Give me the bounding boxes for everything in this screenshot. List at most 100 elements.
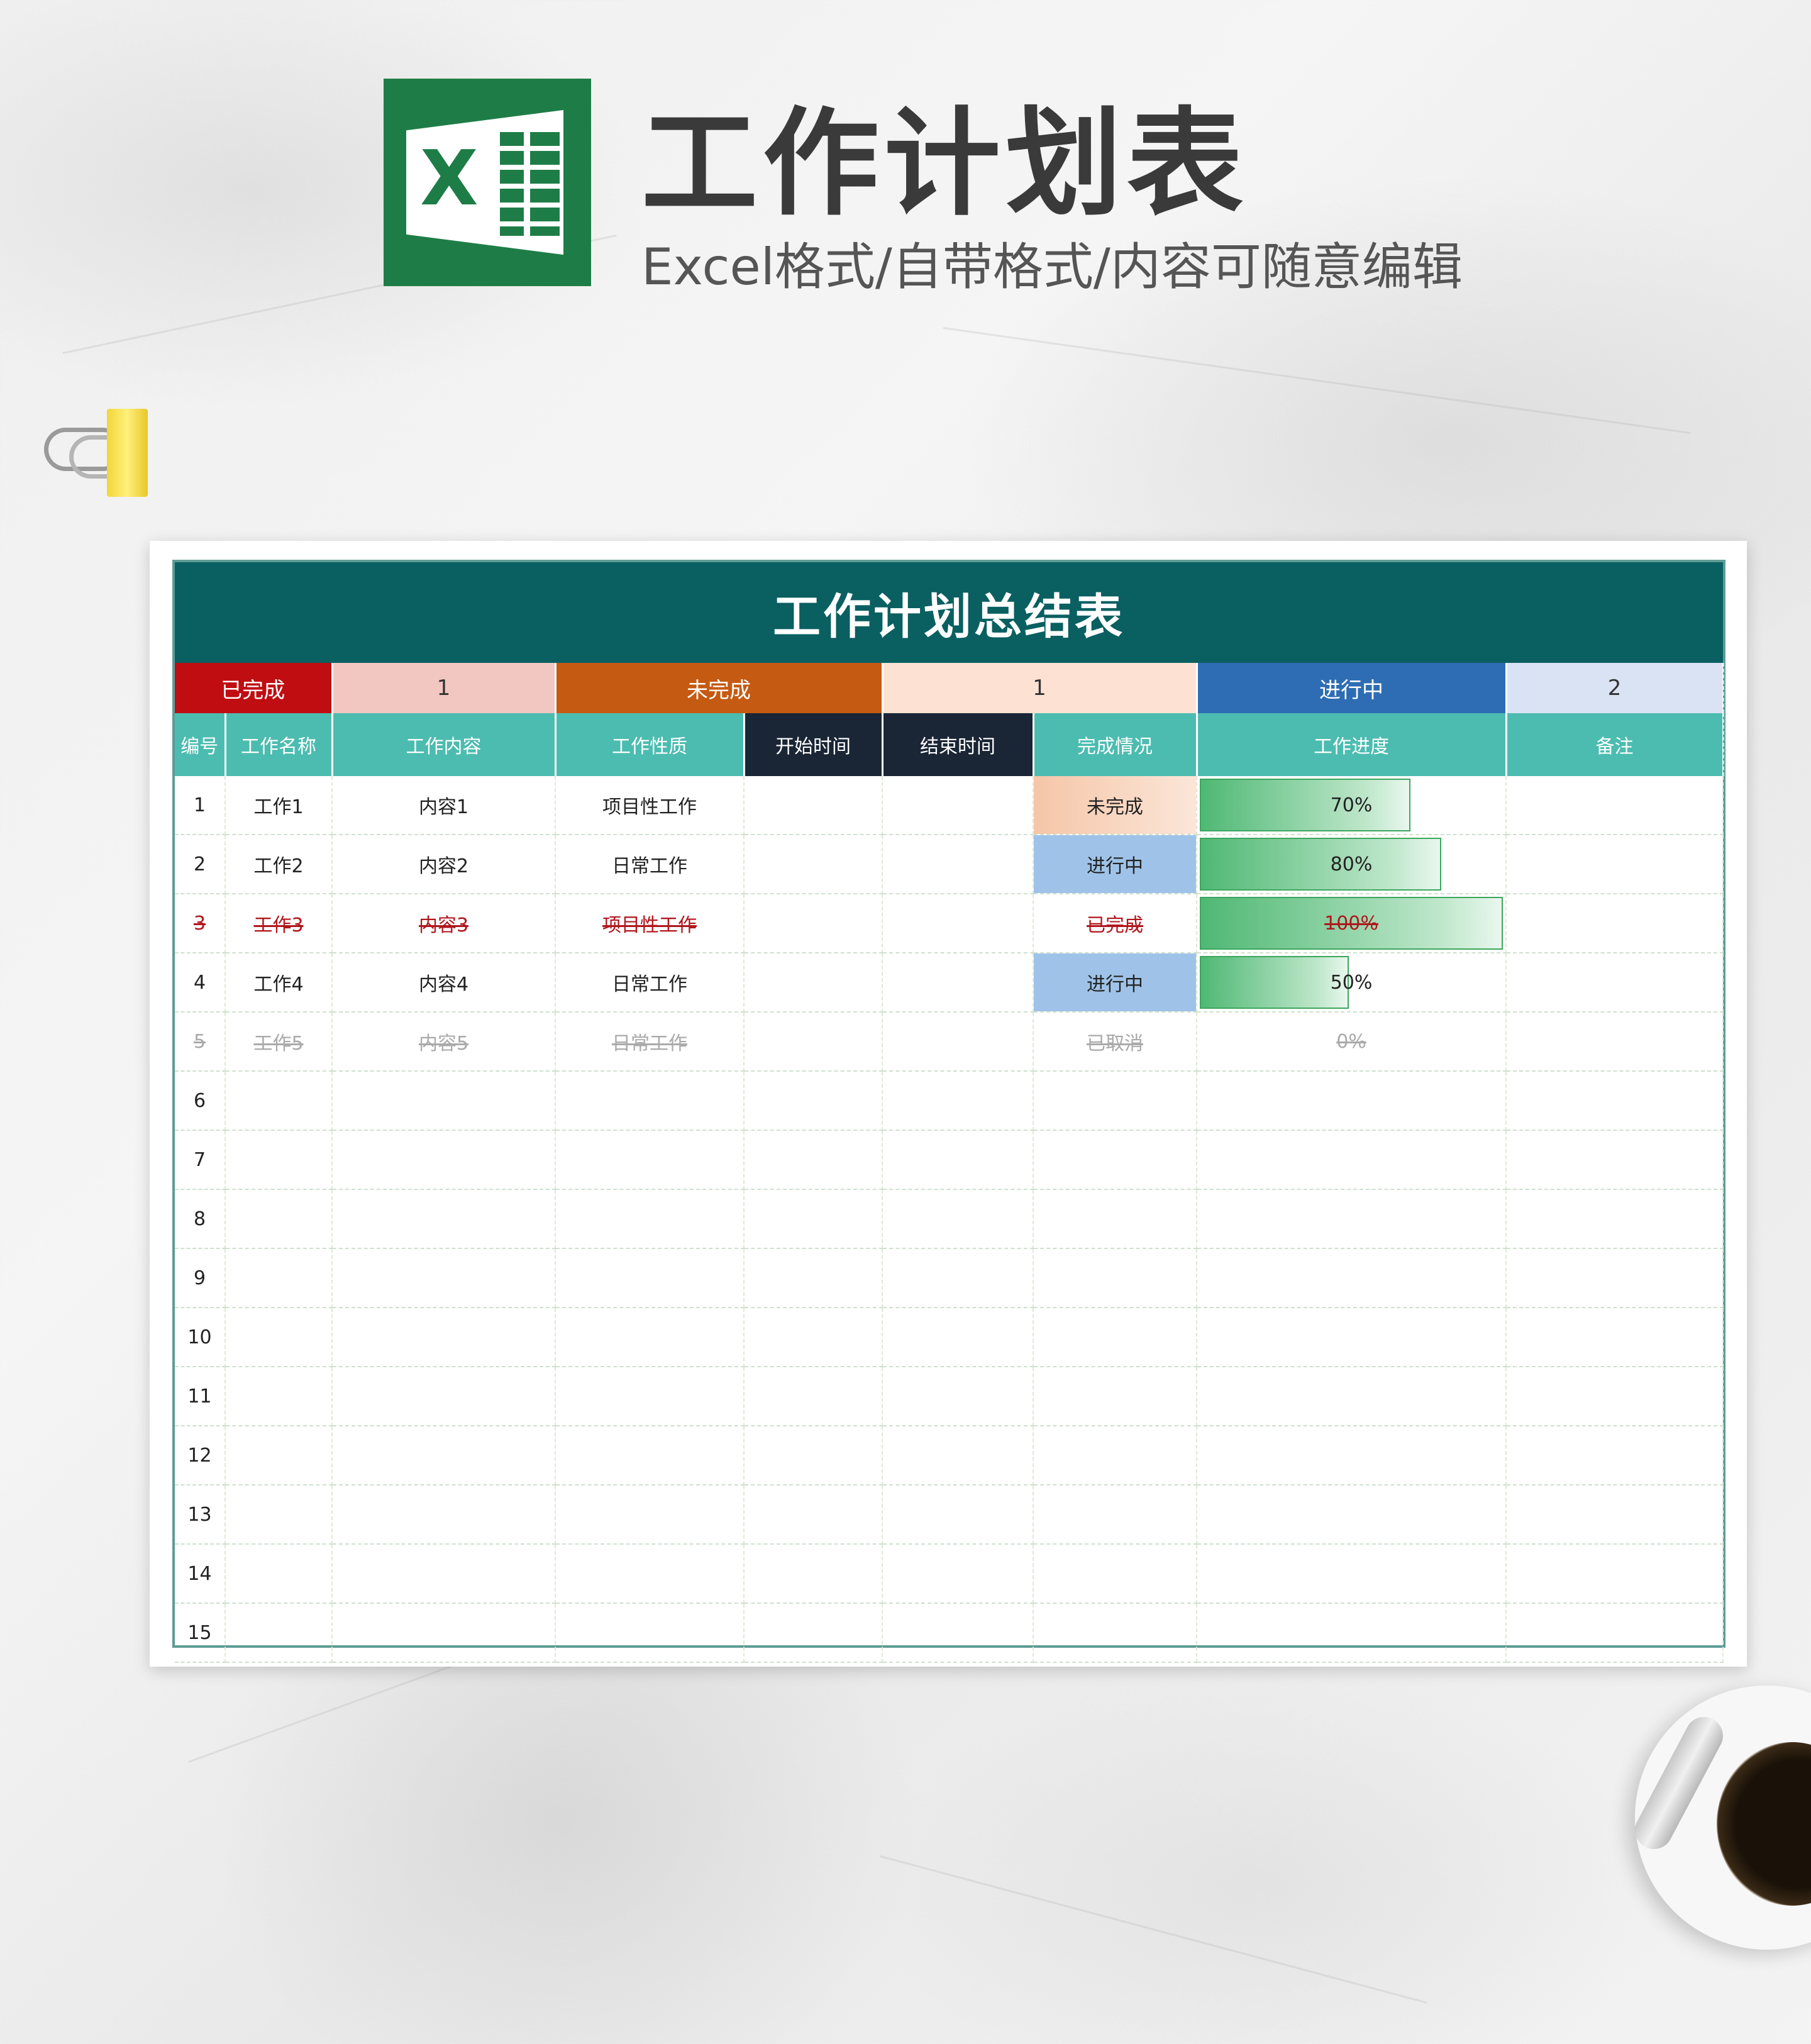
cell-status[interactable]	[1033, 1130, 1197, 1190]
cell-content[interactable]	[332, 1248, 556, 1308]
cell-name[interactable]	[225, 1426, 333, 1486]
cell-start[interactable]	[744, 894, 883, 953]
cell-start[interactable]	[744, 1012, 883, 1072]
cell-nature[interactable]	[555, 1544, 745, 1604]
cell-status[interactable]	[1033, 1544, 1197, 1604]
cell-name[interactable]	[225, 1189, 333, 1249]
cell-nature[interactable]: 日常工作	[555, 835, 745, 894]
cell-progress[interactable]: 0%	[1197, 1012, 1507, 1072]
cell-no[interactable]: 3	[175, 894, 226, 953]
cell-content[interactable]	[332, 1130, 556, 1190]
summary-ongoing-count[interactable]: 2	[1506, 663, 1724, 713]
cell-status[interactable]: 进行中	[1033, 953, 1197, 1013]
cell-status[interactable]	[1033, 1603, 1197, 1663]
cell-note[interactable]	[1506, 894, 1724, 953]
cell-progress[interactable]	[1197, 1544, 1507, 1604]
cell-name[interactable]	[225, 1485, 333, 1545]
cell-end[interactable]	[882, 1367, 1034, 1426]
summary-undone-count[interactable]: 1	[882, 663, 1198, 713]
col-header-start[interactable]: 开始时间	[744, 713, 883, 776]
cell-progress[interactable]	[1197, 1130, 1507, 1190]
col-header-nature[interactable]: 工作性质	[555, 713, 745, 776]
cell-status[interactable]	[1033, 1071, 1197, 1131]
cell-note[interactable]	[1506, 1544, 1724, 1604]
cell-end[interactable]	[882, 1485, 1034, 1545]
cell-status[interactable]	[1033, 1367, 1197, 1426]
summary-done-label[interactable]: 已完成	[175, 663, 333, 713]
cell-note[interactable]	[1506, 1426, 1724, 1486]
cell-progress[interactable]: 80%	[1197, 835, 1507, 894]
cell-name[interactable]: 工作4	[225, 953, 333, 1013]
cell-no[interactable]: 8	[175, 1189, 226, 1249]
cell-end[interactable]	[882, 1308, 1034, 1367]
cell-content[interactable]	[332, 1367, 556, 1426]
cell-progress[interactable]: 50%	[1197, 953, 1507, 1013]
cell-status[interactable]: 进行中	[1033, 835, 1197, 894]
cell-end[interactable]	[882, 1248, 1034, 1308]
cell-note[interactable]	[1506, 1367, 1724, 1426]
cell-status[interactable]	[1033, 1189, 1197, 1249]
cell-progress[interactable]	[1197, 1485, 1507, 1545]
cell-name[interactable]	[225, 1544, 333, 1604]
cell-no[interactable]: 11	[175, 1367, 226, 1426]
cell-nature[interactable]	[555, 1426, 745, 1486]
cell-end[interactable]	[882, 1130, 1034, 1190]
cell-end[interactable]	[882, 1426, 1034, 1486]
cell-progress[interactable]	[1197, 1367, 1507, 1426]
cell-progress[interactable]: 70%	[1197, 776, 1507, 835]
cell-note[interactable]	[1506, 953, 1724, 1013]
summary-ongoing-label[interactable]: 进行中	[1197, 663, 1507, 713]
col-header-progress[interactable]: 工作进度	[1197, 713, 1507, 776]
cell-content[interactable]	[332, 1485, 556, 1545]
cell-end[interactable]	[882, 894, 1034, 953]
cell-content[interactable]	[332, 1426, 556, 1486]
col-header-name[interactable]: 工作名称	[225, 713, 333, 776]
cell-no[interactable]: 5	[175, 1012, 226, 1072]
col-header-end[interactable]: 结束时间	[882, 713, 1034, 776]
cell-nature[interactable]	[555, 1071, 745, 1131]
summary-undone-label[interactable]: 未完成	[555, 663, 883, 713]
cell-start[interactable]	[744, 1248, 883, 1308]
cell-progress[interactable]	[1197, 1071, 1507, 1131]
cell-note[interactable]	[1506, 1603, 1724, 1663]
cell-content[interactable]: 内容3	[332, 894, 556, 953]
cell-content[interactable]	[332, 1189, 556, 1249]
cell-status[interactable]	[1033, 1485, 1197, 1545]
cell-status[interactable]: 已取消	[1033, 1012, 1197, 1072]
cell-start[interactable]	[744, 1189, 883, 1249]
cell-content[interactable]: 内容1	[332, 776, 556, 835]
cell-content[interactable]: 内容2	[332, 835, 556, 894]
cell-nature[interactable]	[555, 1485, 745, 1545]
cell-note[interactable]	[1506, 1308, 1724, 1367]
cell-status[interactable]	[1033, 1248, 1197, 1308]
cell-name[interactable]	[225, 1308, 333, 1367]
col-header-content[interactable]: 工作内容	[332, 713, 557, 776]
cell-nature[interactable]	[555, 1308, 745, 1367]
cell-end[interactable]	[882, 1071, 1034, 1131]
cell-end[interactable]	[882, 1189, 1034, 1249]
cell-note[interactable]	[1506, 1071, 1724, 1131]
cell-no[interactable]: 10	[175, 1308, 226, 1367]
cell-name[interactable]	[225, 1367, 333, 1426]
cell-content[interactable]	[332, 1071, 556, 1131]
cell-start[interactable]	[744, 1130, 883, 1190]
cell-no[interactable]: 14	[175, 1544, 226, 1604]
cell-nature[interactable]	[555, 1248, 745, 1308]
cell-name[interactable]	[225, 1130, 333, 1190]
cell-note[interactable]	[1506, 1248, 1724, 1308]
cell-nature[interactable]: 日常工作	[555, 1012, 745, 1072]
cell-no[interactable]: 13	[175, 1485, 226, 1545]
cell-no[interactable]: 2	[175, 835, 226, 894]
cell-progress[interactable]	[1197, 1189, 1507, 1249]
cell-note[interactable]	[1506, 776, 1724, 835]
cell-name[interactable]: 工作5	[225, 1012, 333, 1072]
cell-no[interactable]: 15	[175, 1603, 226, 1663]
cell-status[interactable]: 已完成	[1033, 894, 1197, 953]
cell-content[interactable]	[332, 1544, 556, 1604]
cell-start[interactable]	[744, 835, 883, 894]
cell-start[interactable]	[744, 776, 883, 835]
summary-done-count[interactable]: 1	[332, 663, 557, 713]
col-header-no[interactable]: 编号	[175, 713, 226, 776]
cell-nature[interactable]: 日常工作	[555, 953, 745, 1013]
cell-end[interactable]	[882, 835, 1034, 894]
